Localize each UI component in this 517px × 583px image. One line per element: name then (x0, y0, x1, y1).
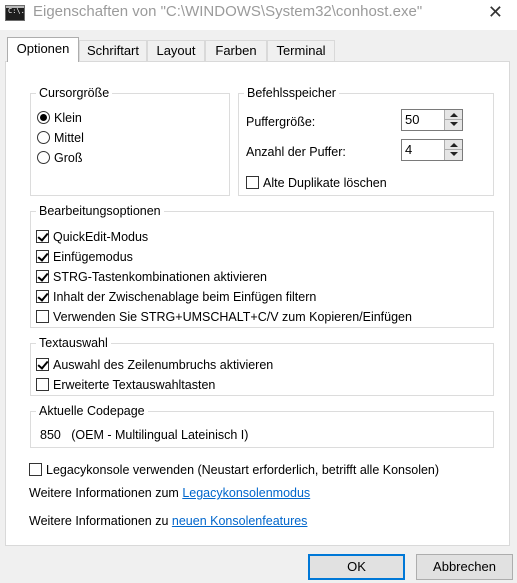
quickedit-label: QuickEdit-Modus (53, 230, 149, 244)
close-icon[interactable]: ✕ (488, 2, 503, 23)
codepage-value: 850 (OEM - Multilingual Lateinisch I) (40, 428, 249, 442)
cursor-size-label: Cursorgröße (36, 85, 113, 101)
command-buffer-label: Befehlsspeicher (244, 85, 339, 101)
filter-clipboard-checkbox[interactable] (36, 290, 49, 303)
cursor-option-mittel[interactable]: Mittel (37, 130, 84, 146)
options-panel: Cursorgröße Klein Mittel Groß Befehlsspe… (5, 61, 510, 546)
cursor-option-klein[interactable]: Klein (37, 110, 82, 126)
new-console-features-link[interactable]: neuen Konsolenfeatures (172, 514, 308, 528)
line-wrap-selection-label: Auswahl des Zeilenumbruchs aktivieren (53, 358, 274, 372)
ctrl-keys-checkbox[interactable] (36, 270, 49, 283)
cursor-option-gross[interactable]: Groß (37, 150, 82, 166)
buffer-size-stepper[interactable]: 50 (401, 109, 463, 131)
legacy-console-checkbox[interactable] (29, 463, 42, 476)
insert-mode-label: Einfügemodus (53, 250, 133, 264)
text-selection-label: Textauswahl (36, 335, 111, 351)
extended-selection-keys-option[interactable]: Erweiterte Textauswahltasten (36, 377, 215, 393)
window-title: Eigenschaften von "C:\WINDOWS\System32\c… (33, 3, 423, 20)
radio-gross-label: Groß (54, 151, 83, 165)
legacy-mode-link[interactable]: Legacykonsolenmodus (182, 486, 310, 500)
legacy-console-label: Legacykonsole verwenden (Neustart erford… (46, 463, 440, 477)
filter-clipboard-option[interactable]: Inhalt der Zwischenablage beim Einfügen … (36, 289, 316, 305)
discard-duplicates-option[interactable]: Alte Duplikate löschen (246, 175, 387, 191)
legacy-info-line: Weitere Informationen zum Legacykonsolen… (29, 485, 310, 501)
cancel-button[interactable]: Abbrechen (416, 554, 513, 580)
line-wrap-selection-checkbox[interactable] (36, 358, 49, 371)
tab-layout[interactable]: Layout (147, 40, 205, 61)
insert-mode-option[interactable]: Einfügemodus (36, 249, 133, 265)
app-icon-text: C:\. (8, 7, 25, 15)
tab-schriftart[interactable]: Schriftart (79, 40, 147, 61)
quickedit-checkbox[interactable] (36, 230, 49, 243)
ctrl-keys-label: STRG-Tastenkombinationen aktivieren (53, 270, 267, 284)
filter-clipboard-label: Inhalt der Zwischenablage beim Einfügen … (53, 290, 317, 304)
tab-terminal[interactable]: Terminal (267, 40, 335, 61)
extended-selection-keys-checkbox[interactable] (36, 378, 49, 391)
ctrl-shift-copy-label: Verwenden Sie STRG+UMSCHALT+C/V zum Kopi… (53, 310, 412, 324)
ok-button[interactable]: OK (308, 554, 405, 580)
radio-klein-label: Klein (54, 111, 82, 125)
legacy-console-option[interactable]: Legacykonsole verwenden (Neustart erford… (29, 462, 439, 478)
radio-mittel[interactable] (37, 131, 50, 144)
ctrl-shift-copy-checkbox[interactable] (36, 310, 49, 323)
console-app-icon: C:\. (5, 5, 25, 21)
buffer-size-up-arrow-icon[interactable] (445, 110, 462, 120)
ctrl-keys-option[interactable]: STRG-Tastenkombinationen aktivieren (36, 269, 267, 285)
buffer-count-stepper[interactable]: 4 (401, 139, 463, 161)
quickedit-option[interactable]: QuickEdit-Modus (36, 229, 148, 245)
discard-duplicates-checkbox[interactable] (246, 176, 259, 189)
insert-mode-checkbox[interactable] (36, 250, 49, 263)
codepage-label: Aktuelle Codepage (36, 403, 148, 419)
edit-options-label: Bearbeitungsoptionen (36, 203, 164, 219)
buffer-count-value[interactable]: 4 (405, 142, 412, 157)
buffer-size-down-arrow-icon[interactable] (445, 120, 462, 130)
radio-gross[interactable] (37, 151, 50, 164)
discard-duplicates-label: Alte Duplikate löschen (263, 176, 387, 190)
buffer-count-down-arrow-icon[interactable] (445, 150, 462, 160)
tab-optionen[interactable]: Optionen (7, 37, 79, 62)
buffer-size-label: Puffergröße: (246, 115, 316, 129)
radio-mittel-label: Mittel (54, 131, 84, 145)
radio-klein[interactable] (37, 111, 50, 124)
ctrl-shift-copy-option[interactable]: Verwenden Sie STRG+UMSCHALT+C/V zum Kopi… (36, 309, 412, 325)
title-bar: C:\. Eigenschaften von "C:\WINDOWS\Syste… (0, 0, 517, 30)
tab-farben[interactable]: Farben (205, 40, 267, 61)
buffer-count-up-arrow-icon[interactable] (445, 140, 462, 150)
legacy-info-text: Weitere Informationen zum (29, 486, 183, 500)
features-info-text: Weitere Informationen zu (29, 514, 172, 528)
buffer-size-value[interactable]: 50 (405, 112, 419, 127)
extended-selection-keys-label: Erweiterte Textauswahltasten (53, 378, 216, 392)
features-info-line: Weitere Informationen zu neuen Konsolenf… (29, 513, 307, 529)
line-wrap-selection-option[interactable]: Auswahl des Zeilenumbruchs aktivieren (36, 357, 273, 373)
buffer-count-label: Anzahl der Puffer: (246, 145, 346, 159)
